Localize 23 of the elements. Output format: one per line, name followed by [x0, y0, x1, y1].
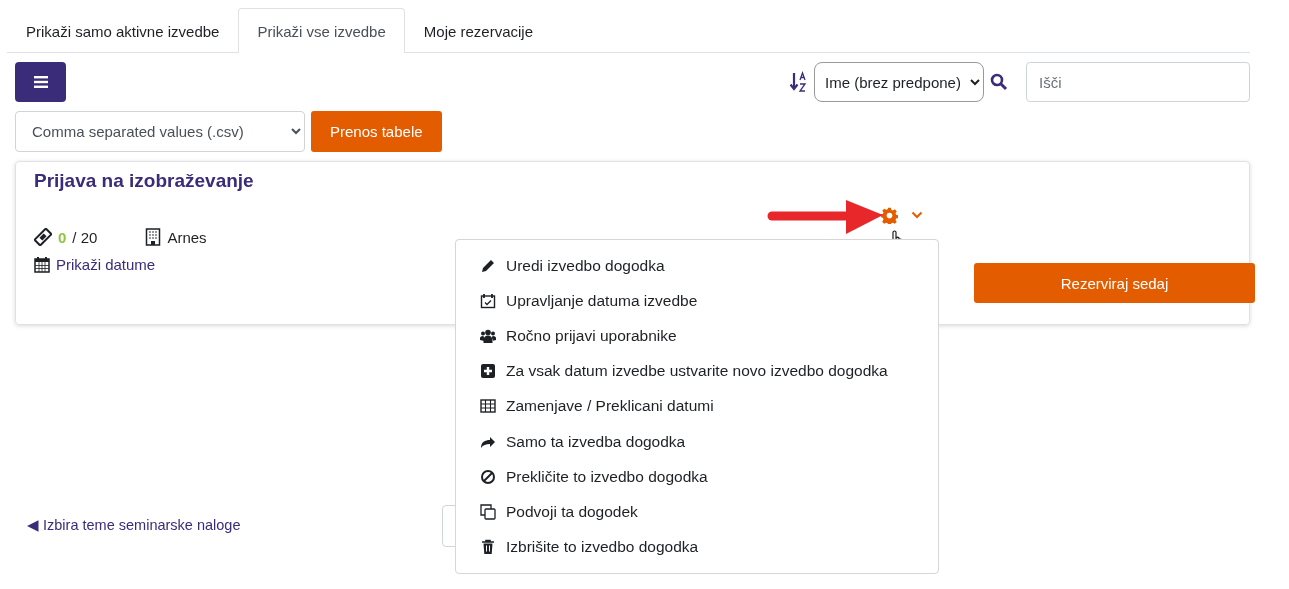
- booked-count: 0: [58, 228, 67, 246]
- capacity-text: / 20: [72, 228, 98, 246]
- show-dates-link[interactable]: Prikaži datume: [56, 256, 156, 273]
- menu-item[interactable]: Prekličite to izvedbo dogodka: [456, 459, 938, 495]
- download-button[interactable]: Prenos tabele: [311, 111, 442, 152]
- menu-item[interactable]: Ročno prijavi uporabnike: [456, 318, 938, 354]
- book-button[interactable]: Rezerviraj sedaj: [974, 263, 1255, 303]
- menu-item[interactable]: Samo ta izvedba dogodka: [456, 424, 938, 460]
- search-field[interactable]: Išči: [1026, 62, 1250, 102]
- format-select[interactable]: Comma separated values (.csv): [15, 111, 305, 152]
- sort-select[interactable]: Ime (brez predpone): [814, 62, 984, 102]
- event-title: Prijava na izobraževanje: [34, 170, 255, 192]
- previous-activity-link[interactable]: ◀ Izbira teme seminarske naloge: [27, 517, 241, 533]
- menu-item[interactable]: Zamenjave / Preklicani datumi: [456, 388, 938, 425]
- location-text: Arnes: [167, 228, 207, 246]
- tab[interactable]: Moje rezervacije: [404, 8, 553, 53]
- tab[interactable]: Prikaži vse izvedbe: [238, 8, 405, 53]
- menu-item[interactable]: Podvoji ta dogodek: [456, 494, 938, 530]
- menu-item[interactable]: Izbrišite to izvedbo dogodka: [456, 529, 938, 565]
- menu-item[interactable]: Uredi izvedbo dogodka: [456, 248, 938, 284]
- menu-item[interactable]: Za vsak datum izvedbe ustvarite novo izvedbo dogodka: [456, 353, 938, 389]
- tab[interactable]: Prikaži samo aktivne izvedbe: [7, 8, 239, 53]
- menu-item[interactable]: Upravljanje datuma izvedbe: [456, 283, 938, 319]
